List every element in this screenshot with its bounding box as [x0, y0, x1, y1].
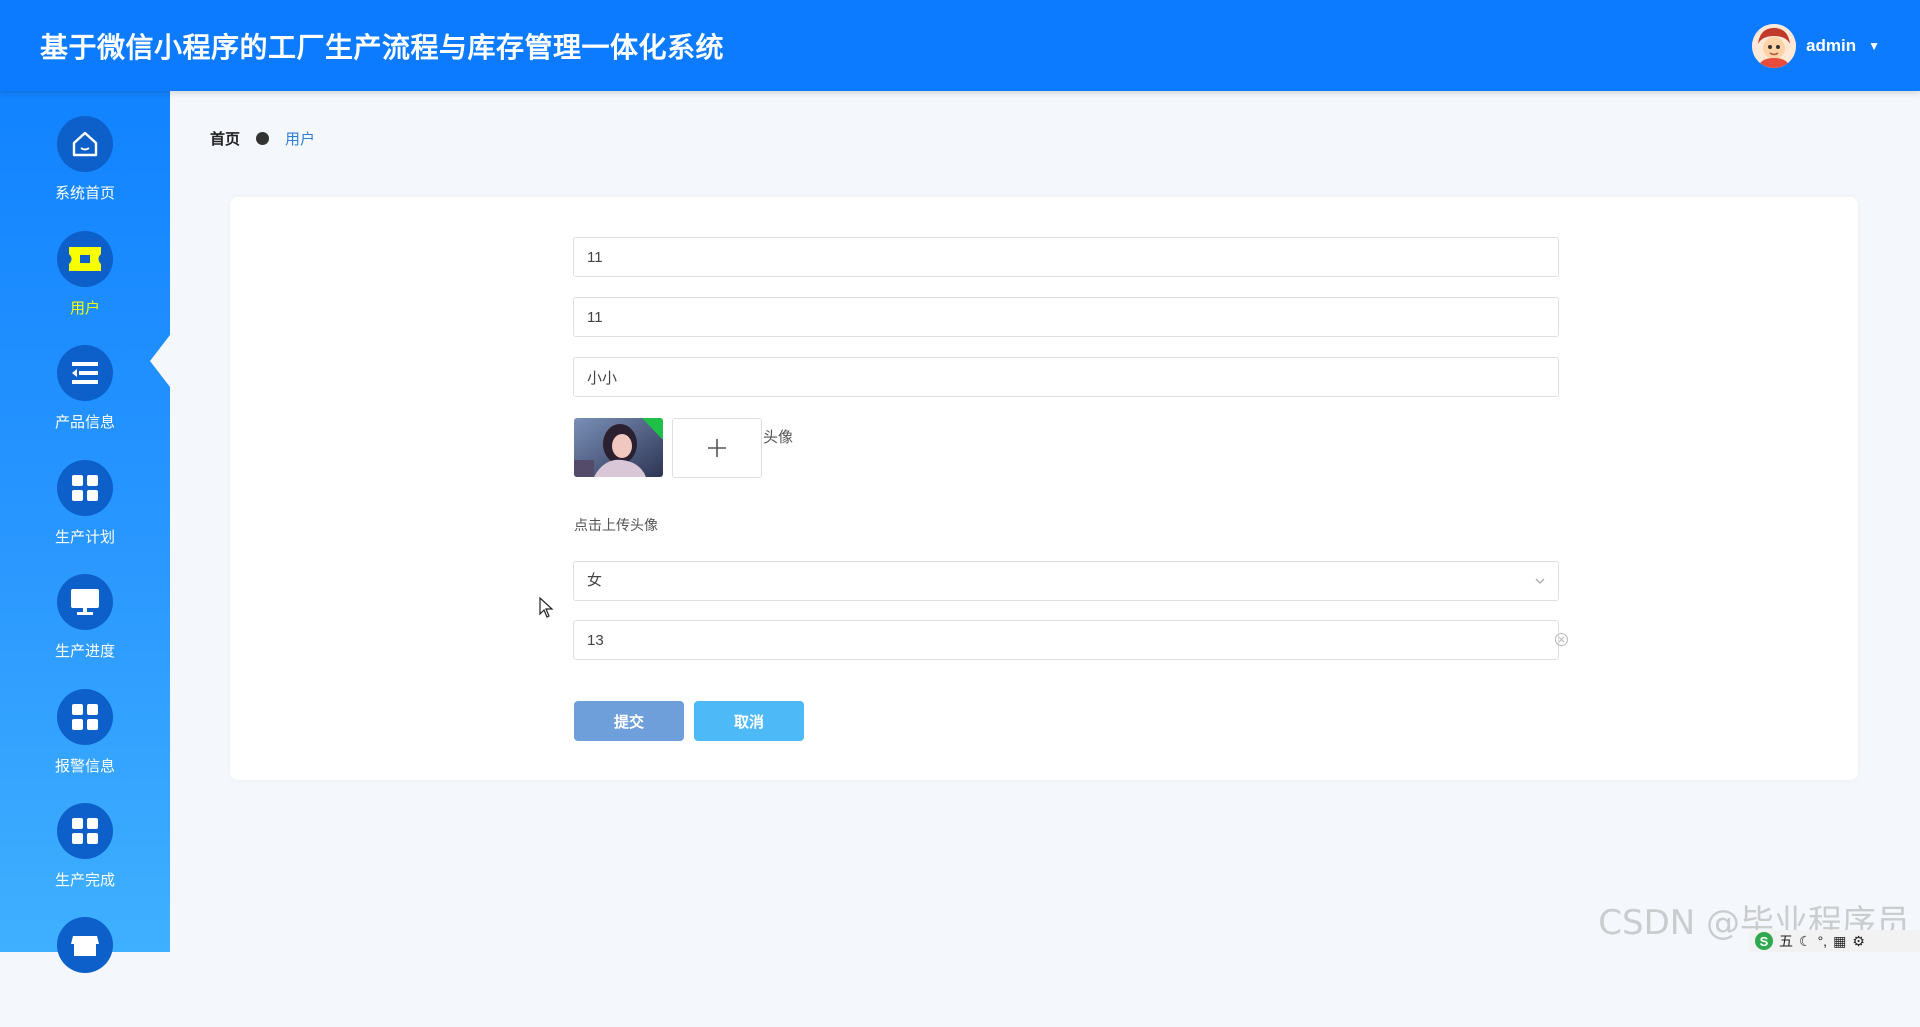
breadcrumb-separator: [256, 132, 270, 145]
mouse-cursor-icon: [539, 597, 554, 618]
punctuation-icon[interactable]: °,: [1818, 933, 1828, 949]
grid-icon: [57, 689, 113, 745]
gender-select-value: 女: [587, 572, 603, 589]
avatar-upload-button[interactable]: [672, 418, 762, 478]
name-row: *姓名: [230, 357, 1858, 397]
ime-logo-icon[interactable]: S: [1755, 932, 1773, 950]
ime-mode[interactable]: 五: [1779, 931, 1793, 951]
sidebar-item-home[interactable]: 系统首页: [0, 116, 170, 226]
breadcrumb-home[interactable]: 首页: [210, 128, 240, 149]
monitor-icon: [57, 574, 113, 630]
ticket-icon: [57, 231, 113, 287]
phone-row: 电话: [230, 620, 1858, 660]
password-input[interactable]: [573, 297, 1559, 337]
employee-id-row: *工号: [230, 237, 1858, 277]
sidebar-item-product-info[interactable]: 产品信息: [0, 345, 170, 455]
submit-button[interactable]: 提交: [574, 701, 684, 741]
gender-select[interactable]: 女: [573, 561, 1559, 601]
app-title: 基于微信小程序的工厂生产流程与库存管理一体化系统: [40, 32, 725, 63]
user-avatar[interactable]: [1752, 24, 1797, 68]
ime-toolbar[interactable]: S 五 ☾ °, ▦ ⚙: [1749, 930, 1920, 952]
password-row: *密码: [230, 297, 1858, 337]
grid-icon: [57, 460, 113, 516]
sidebar-item-label: 用户: [69, 300, 100, 317]
sidebar-item-label: 生产进度: [54, 643, 115, 660]
avatar-label: 头像: [762, 429, 793, 446]
sidebar-item-users[interactable]: 用户: [0, 231, 170, 341]
sidebar-item-label: 生产完成: [54, 872, 115, 889]
gender-row: 性别 女: [230, 561, 1858, 601]
avatar-upload-hint: 点击上传头像: [574, 517, 658, 533]
clear-icon[interactable]: [1554, 632, 1569, 647]
avatar-row: 头像: [230, 418, 1858, 458]
sidebar-item-production-plan[interactable]: 生产计划: [0, 460, 170, 570]
sidebar-item-label: 产品信息: [54, 414, 115, 431]
sidebar-item-production-complete[interactable]: 生产完成: [0, 803, 170, 913]
name-input[interactable]: [573, 357, 1559, 397]
breadcrumb: 首页 用户: [210, 128, 315, 149]
store-icon: [57, 917, 113, 973]
home-icon: [57, 116, 113, 172]
sidebar-item-label: 系统首页: [54, 185, 115, 202]
keyboard-icon[interactable]: ▦: [1833, 933, 1846, 950]
moon-icon[interactable]: ☾: [1799, 933, 1812, 950]
list-icon: [57, 345, 113, 401]
sidebar: 系统首页 用户 产品信息 生产计划 生产进度 报警信息 生产完成: [0, 91, 170, 973]
breadcrumb-current: 用户: [285, 131, 316, 148]
active-indicator: [150, 335, 170, 387]
sidebar-item-label: 报警信息: [54, 758, 115, 775]
chevron-down-icon[interactable]: ▼: [1868, 39, 1880, 53]
user-form-card: *工号 *密码 *姓名 头像 点击上传头像 性别: [230, 197, 1858, 780]
avatar-preview-image[interactable]: [574, 418, 663, 477]
chevron-down-icon: [1535, 578, 1545, 584]
cancel-button[interactable]: 取消: [694, 701, 804, 741]
sidebar-item-store[interactable]: [0, 917, 170, 1027]
settings-icon[interactable]: ⚙: [1852, 933, 1865, 950]
user-menu[interactable]: admin ▼: [1752, 24, 1880, 68]
plus-icon: [708, 439, 726, 457]
sidebar-item-label: 生产计划: [54, 529, 115, 546]
top-header: 基于微信小程序的工厂生产流程与库存管理一体化系统 admin ▼: [0, 0, 1920, 91]
grid-icon: [57, 803, 113, 859]
employee-id-input[interactable]: [573, 237, 1559, 277]
username[interactable]: admin: [1806, 36, 1856, 56]
sidebar-item-production-progress[interactable]: 生产进度: [0, 574, 170, 684]
phone-input[interactable]: [573, 620, 1559, 660]
sidebar-item-alarm-info[interactable]: 报警信息: [0, 689, 170, 799]
